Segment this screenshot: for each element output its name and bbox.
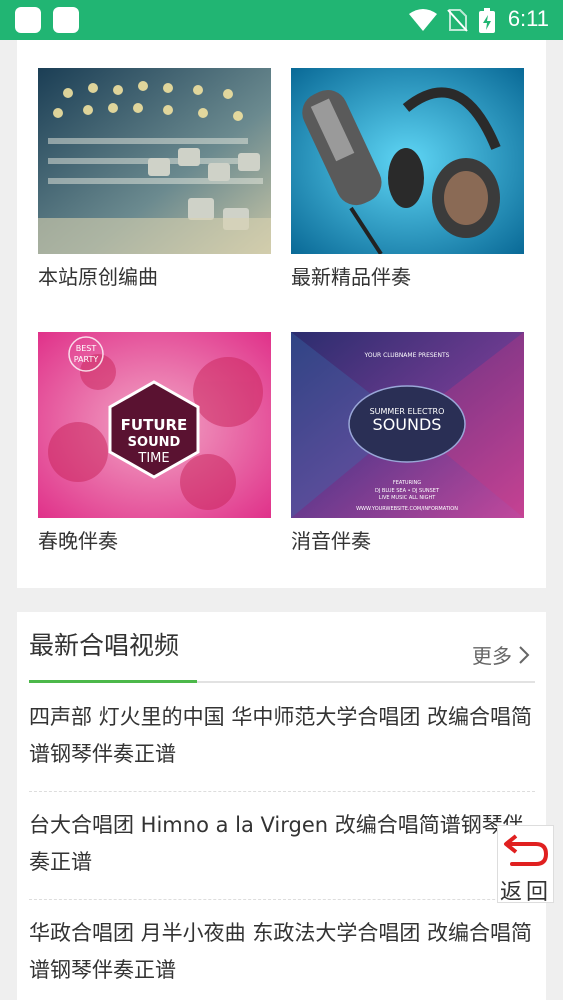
section-underline: [29, 680, 197, 683]
party-poster-image: BEST PARTY FUTURE SOUND TIME: [38, 332, 271, 518]
section-title: 最新合唱视频: [29, 631, 180, 660]
return-arrow-icon: [504, 834, 549, 866]
back-button[interactable]: 返回: [497, 825, 554, 905]
no-sim-icon: [447, 9, 468, 32]
category-grid: 本站原创编曲 最新精品伴奏 BEST PARTY FUTURE SOUND TI…: [17, 40, 546, 588]
category-tile-gala[interactable]: BEST PARTY FUTURE SOUND TIME 春晚伴奏: [38, 332, 271, 556]
category-tile-accompaniment[interactable]: 最新精品伴奏: [291, 68, 524, 292]
poster-text: SOUNDS: [373, 415, 442, 434]
poster-text: TIME: [137, 451, 169, 466]
category-label: 春晚伴奏: [38, 529, 118, 553]
list-item[interactable]: 四声部 灯火里的中国 华中师范大学合唱团 改编合唱简谱钢琴伴奏正谱: [29, 699, 535, 773]
item-separator: [29, 899, 535, 900]
poster-text: FEATURING: [393, 480, 421, 486]
poster-text: WWW.YOURWEBSITE.COM/INFORMATION: [356, 506, 458, 512]
list-item[interactable]: 华政合唱团 月半小夜曲 东政法大学合唱团 改编合唱简谱钢琴伴奏正谱: [29, 915, 535, 989]
clock: 6:11: [507, 6, 549, 31]
poster-text: YOUR CLUBNAME PRESENTS: [364, 352, 450, 359]
list-item[interactable]: 台大合唱团 Himno a la Virgen 改编合唱简谱钢琴伴奏正谱: [29, 807, 535, 881]
notification-icon: [53, 7, 79, 33]
item-separator: [29, 791, 535, 792]
status-bar: 6:11: [0, 0, 563, 40]
mixing-console-image: [38, 68, 271, 254]
category-label: 最新精品伴奏: [291, 265, 411, 289]
back-label: 返回: [500, 880, 553, 905]
more-link[interactable]: 更多: [472, 640, 530, 669]
category-label: 本站原创编曲: [38, 265, 158, 289]
microphone-headphones-image: [291, 68, 524, 254]
poster-text: FUTURE: [121, 416, 188, 434]
poster-text: BEST: [76, 344, 97, 353]
category-tile-original[interactable]: 本站原创编曲: [38, 68, 271, 292]
poster-text: PARTY: [74, 355, 99, 364]
category-tile-instrumental[interactable]: YOUR CLUBNAME PRESENTS SUMMER ELECTRO SO…: [291, 332, 524, 556]
chevron-right-icon: [519, 645, 530, 664]
poster-text: LIVE MUSIC ALL NIGHT: [379, 495, 437, 501]
more-label: 更多: [472, 644, 512, 668]
electro-sounds-poster-image: YOUR CLUBNAME PRESENTS SUMMER ELECTRO SO…: [291, 332, 524, 518]
wifi-icon: [409, 9, 437, 31]
category-label: 消音伴奏: [291, 529, 371, 553]
battery-charging-icon: [479, 8, 495, 33]
poster-text: DJ BLUE SEA • DJ SUNSET: [375, 488, 440, 494]
poster-text: SOUND: [128, 435, 181, 450]
latest-chorus-section: 最新合唱视频 更多 四声部 灯火里的中国 华中师范大学合唱团 改编合唱简谱钢琴伴…: [17, 612, 546, 1000]
notification-icon: [15, 7, 41, 33]
